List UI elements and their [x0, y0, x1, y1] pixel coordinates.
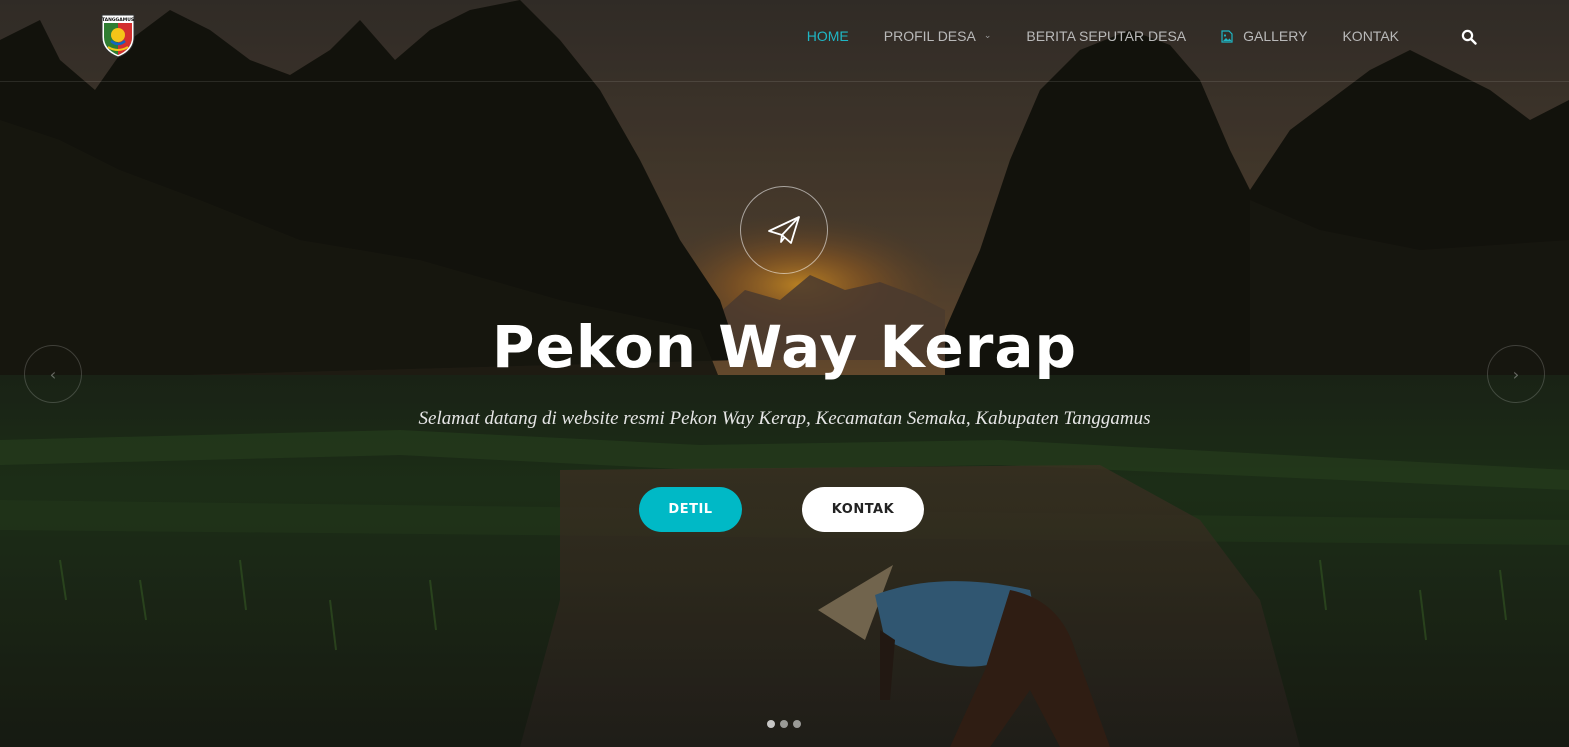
hero-icon-badge [740, 186, 828, 274]
hero-subtitle: Selamat datang di website resmi Pekon Wa… [418, 408, 1151, 429]
nav-item-label: KONTAK [1342, 28, 1399, 44]
carousel-pagination [767, 720, 806, 728]
nav-item-label: PROFIL DESA [883, 28, 976, 44]
search-icon[interactable] [1461, 29, 1477, 45]
chevron-down-icon: ⌄ [983, 29, 992, 40]
chevron-left-icon: ‹ [49, 364, 57, 384]
kontak-button[interactable]: KONTAK [802, 487, 924, 532]
carousel-dot[interactable] [793, 720, 801, 728]
hero-section: TANGGAMUS HOME PROFIL DESA ⌄ BERITA SEPU… [0, 0, 1569, 747]
detil-button[interactable]: DETIL [639, 487, 742, 532]
carousel-prev-button[interactable]: ‹ [24, 345, 82, 403]
image-icon [1221, 29, 1233, 43]
tanggamus-shield-logo-icon: TANGGAMUS [101, 14, 135, 58]
nav-item-kontak[interactable]: KONTAK [1342, 28, 1399, 44]
hero-title: Pekon Way Kerap [492, 313, 1077, 381]
nav-item-gallery[interactable]: GALLERY [1221, 28, 1307, 44]
nav-item-label: GALLERY [1243, 28, 1308, 44]
nav-item-berita[interactable]: BERITA SEPUTAR DESA [1026, 28, 1186, 44]
paper-plane-icon [768, 216, 800, 244]
nav-item-home[interactable]: HOME [807, 28, 849, 44]
nav-item-label: HOME [806, 28, 849, 44]
top-navbar: TANGGAMUS HOME PROFIL DESA ⌄ BERITA SEPU… [0, 0, 1569, 82]
main-nav-menu: HOME PROFIL DESA ⌄ BERITA SEPUTAR DESA G… [772, 27, 1399, 45]
carousel-dot[interactable] [767, 720, 775, 728]
carousel-dot[interactable] [780, 720, 788, 728]
chevron-right-icon: › [1512, 364, 1520, 384]
nav-item-label: BERITA SEPUTAR DESA [1026, 28, 1187, 44]
site-logo[interactable]: TANGGAMUS [100, 13, 136, 59]
nav-item-profil-desa[interactable]: PROFIL DESA ⌄ [884, 28, 992, 44]
svg-text:TANGGAMUS: TANGGAMUS [102, 17, 134, 23]
carousel-next-button[interactable]: › [1487, 345, 1545, 403]
